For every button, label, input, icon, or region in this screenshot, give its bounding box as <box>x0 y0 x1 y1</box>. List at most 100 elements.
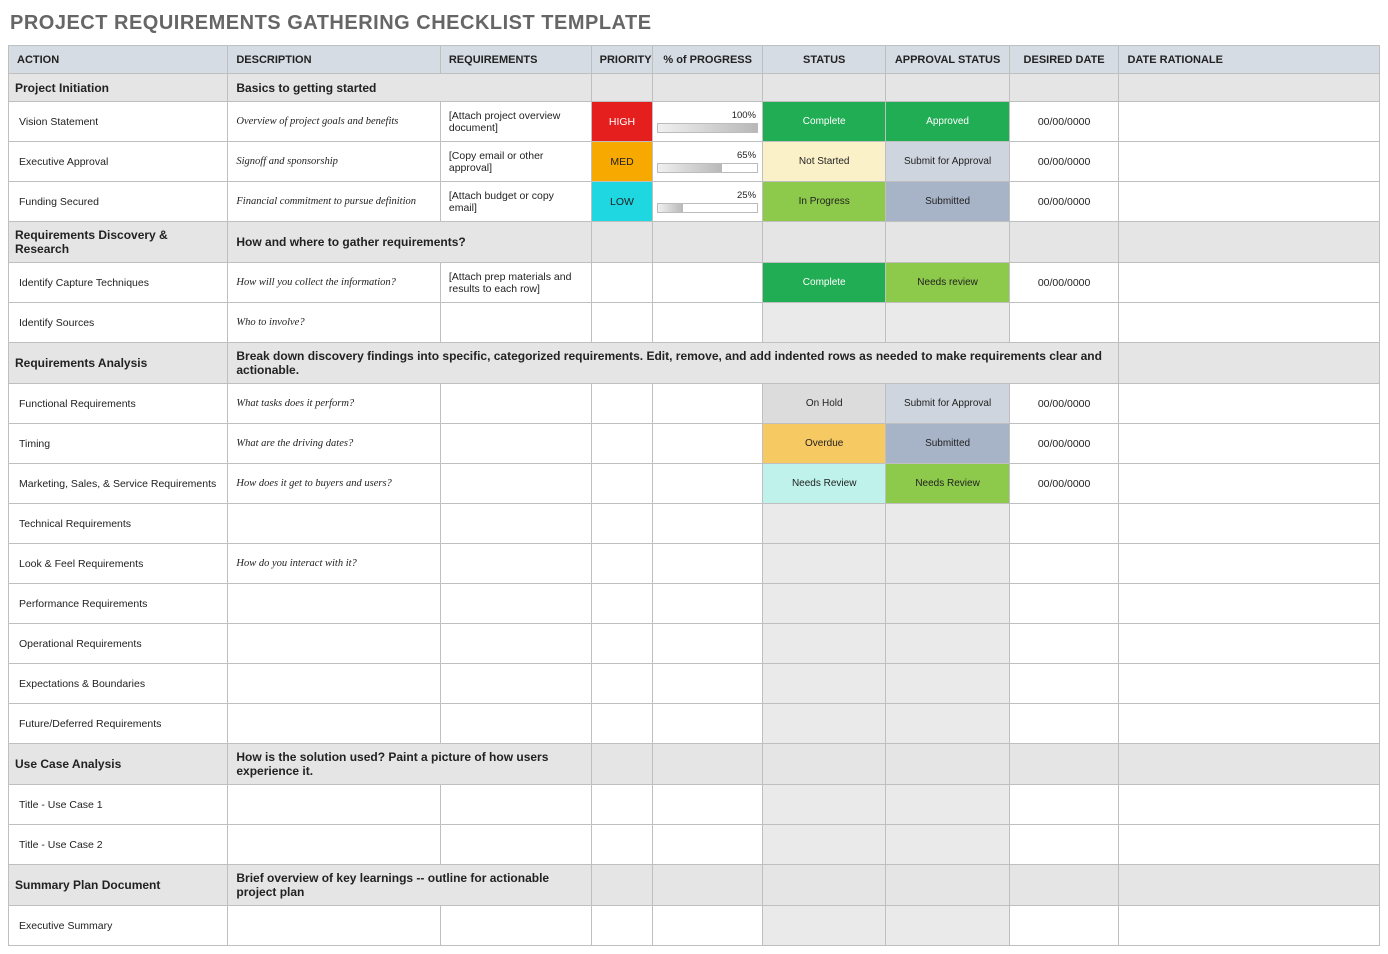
action-cell[interactable]: Functional Requirements <box>9 384 228 424</box>
progress-cell[interactable] <box>653 785 763 825</box>
date-rationale-cell[interactable] <box>1119 102 1380 142</box>
description-cell[interactable] <box>228 785 441 825</box>
description-cell[interactable]: Overview of project goals and benefits <box>228 102 441 142</box>
priority-cell[interactable] <box>591 464 653 504</box>
action-cell[interactable]: Expectations & Boundaries <box>9 664 228 704</box>
progress-cell[interactable] <box>653 825 763 865</box>
desired-date-cell[interactable] <box>1009 544 1119 584</box>
desired-date-cell[interactable]: 00/00/0000 <box>1009 464 1119 504</box>
requirements-cell[interactable] <box>440 624 591 664</box>
approval-cell[interactable]: Needs review <box>886 263 1009 303</box>
progress-cell[interactable] <box>653 424 763 464</box>
approval-cell[interactable] <box>886 704 1009 744</box>
description-cell[interactable]: Signoff and sponsorship <box>228 142 441 182</box>
action-cell[interactable]: Title - Use Case 2 <box>9 825 228 865</box>
requirements-cell[interactable] <box>440 825 591 865</box>
progress-cell[interactable] <box>653 504 763 544</box>
approval-cell[interactable] <box>886 624 1009 664</box>
date-rationale-cell[interactable] <box>1119 504 1380 544</box>
requirements-cell[interactable] <box>440 704 591 744</box>
desired-date-cell[interactable]: 00/00/0000 <box>1009 102 1119 142</box>
status-cell[interactable] <box>763 704 886 744</box>
date-rationale-cell[interactable] <box>1119 142 1380 182</box>
progress-cell[interactable] <box>653 906 763 946</box>
progress-cell[interactable] <box>653 664 763 704</box>
approval-cell[interactable]: Approved <box>886 102 1009 142</box>
approval-cell[interactable]: Submit for Approval <box>886 142 1009 182</box>
date-rationale-cell[interactable] <box>1119 464 1380 504</box>
description-cell[interactable] <box>228 504 441 544</box>
status-cell[interactable] <box>763 624 886 664</box>
desired-date-cell[interactable] <box>1009 664 1119 704</box>
action-cell[interactable]: Executive Summary <box>9 906 228 946</box>
priority-cell[interactable]: LOW <box>591 182 653 222</box>
requirements-cell[interactable] <box>440 464 591 504</box>
approval-cell[interactable] <box>886 825 1009 865</box>
description-cell[interactable] <box>228 624 441 664</box>
approval-cell[interactable] <box>886 303 1009 343</box>
priority-cell[interactable] <box>591 584 653 624</box>
progress-cell[interactable] <box>653 384 763 424</box>
date-rationale-cell[interactable] <box>1119 584 1380 624</box>
action-cell[interactable]: Future/Deferred Requirements <box>9 704 228 744</box>
progress-cell[interactable] <box>653 624 763 664</box>
priority-cell[interactable] <box>591 263 653 303</box>
approval-cell[interactable] <box>886 664 1009 704</box>
date-rationale-cell[interactable] <box>1119 664 1380 704</box>
requirements-cell[interactable] <box>440 906 591 946</box>
desired-date-cell[interactable] <box>1009 504 1119 544</box>
action-cell[interactable]: Performance Requirements <box>9 584 228 624</box>
status-cell[interactable] <box>763 906 886 946</box>
requirements-cell[interactable] <box>440 664 591 704</box>
progress-cell[interactable] <box>653 303 763 343</box>
action-cell[interactable]: Identify Capture Techniques <box>9 263 228 303</box>
status-cell[interactable]: Overdue <box>763 424 886 464</box>
description-cell[interactable] <box>228 825 441 865</box>
approval-cell[interactable] <box>886 504 1009 544</box>
description-cell[interactable]: How do you interact with it? <box>228 544 441 584</box>
requirements-cell[interactable] <box>440 785 591 825</box>
status-cell[interactable]: Complete <box>763 102 886 142</box>
priority-cell[interactable] <box>591 906 653 946</box>
requirements-cell[interactable]: [Attach budget or copy email] <box>440 182 591 222</box>
approval-cell[interactable]: Submitted <box>886 424 1009 464</box>
priority-cell[interactable]: MED <box>591 142 653 182</box>
date-rationale-cell[interactable] <box>1119 785 1380 825</box>
desired-date-cell[interactable] <box>1009 584 1119 624</box>
requirements-cell[interactable] <box>440 504 591 544</box>
desired-date-cell[interactable] <box>1009 825 1119 865</box>
priority-cell[interactable] <box>591 704 653 744</box>
priority-cell[interactable] <box>591 504 653 544</box>
date-rationale-cell[interactable] <box>1119 825 1380 865</box>
action-cell[interactable]: Timing <box>9 424 228 464</box>
description-cell[interactable]: What tasks does it perform? <box>228 384 441 424</box>
progress-cell[interactable] <box>653 263 763 303</box>
priority-cell[interactable] <box>591 384 653 424</box>
requirements-cell[interactable] <box>440 384 591 424</box>
desired-date-cell[interactable]: 00/00/0000 <box>1009 263 1119 303</box>
status-cell[interactable] <box>763 303 886 343</box>
status-cell[interactable] <box>763 664 886 704</box>
approval-cell[interactable] <box>886 544 1009 584</box>
description-cell[interactable]: Who to involve? <box>228 303 441 343</box>
requirements-cell[interactable] <box>440 584 591 624</box>
action-cell[interactable]: Vision Statement <box>9 102 228 142</box>
requirements-cell[interactable] <box>440 424 591 464</box>
status-cell[interactable]: Complete <box>763 263 886 303</box>
action-cell[interactable]: Marketing, Sales, & Service Requirements <box>9 464 228 504</box>
description-cell[interactable] <box>228 906 441 946</box>
priority-cell[interactable]: HIGH <box>591 102 653 142</box>
status-cell[interactable]: On Hold <box>763 384 886 424</box>
status-cell[interactable]: Not Started <box>763 142 886 182</box>
desired-date-cell[interactable] <box>1009 906 1119 946</box>
status-cell[interactable]: In Progress <box>763 182 886 222</box>
date-rationale-cell[interactable] <box>1119 384 1380 424</box>
description-cell[interactable] <box>228 664 441 704</box>
priority-cell[interactable] <box>591 785 653 825</box>
status-cell[interactable] <box>763 825 886 865</box>
progress-cell[interactable]: 65% <box>653 142 763 182</box>
progress-cell[interactable] <box>653 464 763 504</box>
date-rationale-cell[interactable] <box>1119 303 1380 343</box>
desired-date-cell[interactable]: 00/00/0000 <box>1009 142 1119 182</box>
date-rationale-cell[interactable] <box>1119 544 1380 584</box>
